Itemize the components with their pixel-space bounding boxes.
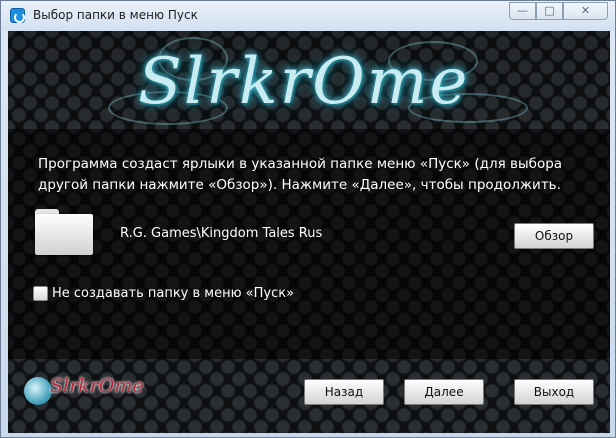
no-folder-checkbox[interactable] bbox=[33, 286, 48, 301]
description-text: Программа создаст ярлыки в указанной пап… bbox=[38, 156, 563, 193]
folder-body bbox=[35, 214, 93, 255]
brand-logo: SlrkrOme bbox=[24, 373, 144, 413]
brand-logo-text: SlrkrOme bbox=[50, 375, 144, 397]
installer-page: SlrkrOme Программа создаст ярлыки в указ… bbox=[8, 31, 610, 433]
app-icon bbox=[10, 8, 25, 23]
maximize-button[interactable]: □ bbox=[536, 2, 563, 20]
brand-emblem-icon bbox=[24, 377, 52, 405]
close-button[interactable]: ✕ bbox=[563, 2, 608, 20]
window-title: Выбор папки в меню Пуск bbox=[33, 8, 198, 22]
back-button[interactable]: Назад bbox=[304, 379, 384, 405]
banner-logo: SlrkrOme bbox=[138, 45, 470, 119]
browse-button[interactable]: Обзор bbox=[514, 223, 594, 249]
window-controls: — □ ✕ bbox=[509, 2, 608, 20]
no-folder-option[interactable]: Не создавать папку в меню «Пуск» bbox=[33, 286, 294, 301]
start-menu-folder-path[interactable]: R.G. Games\Kingdom Tales Rus bbox=[120, 226, 322, 241]
exit-button[interactable]: Выход bbox=[514, 379, 594, 405]
minimize-button[interactable]: — bbox=[509, 2, 536, 20]
folder-icon bbox=[35, 209, 93, 255]
setup-window: Выбор папки в меню Пуск — □ ✕ SlrkrOme П… bbox=[0, 0, 616, 438]
next-button[interactable]: Далее bbox=[404, 379, 484, 405]
no-folder-checkbox-label[interactable]: Не создавать папку в меню «Пуск» bbox=[52, 286, 294, 301]
title-bar[interactable]: Выбор папки в меню Пуск — □ ✕ bbox=[1, 1, 615, 31]
